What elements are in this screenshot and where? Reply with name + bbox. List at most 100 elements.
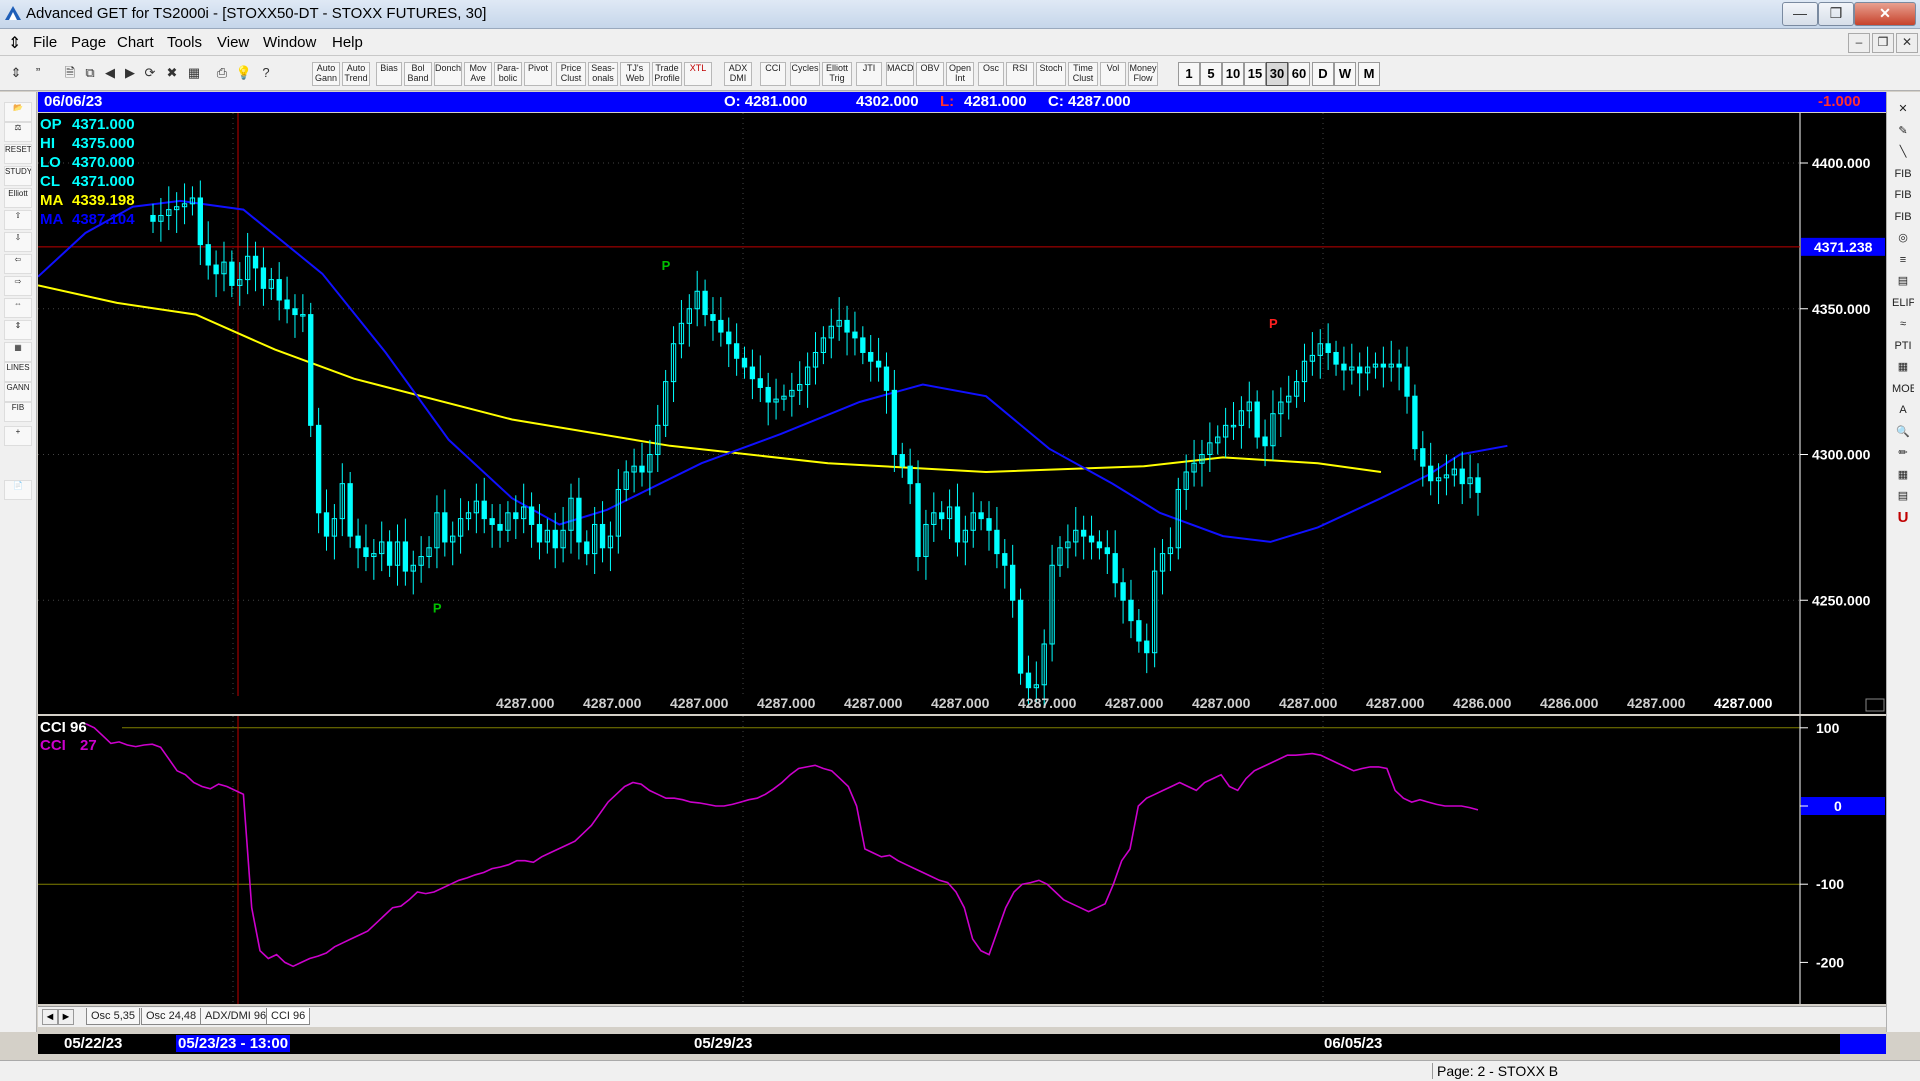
study-button-auto-gann[interactable]: Auto Gann (312, 62, 340, 86)
left-tool-10[interactable]: ⇕ (4, 320, 32, 340)
study-button-donch[interactable]: Donch (434, 62, 462, 86)
tab-adx-dmi-96[interactable]: ADX/DMI 96 (200, 1008, 272, 1025)
study-button-elliott-trig[interactable]: Elliott Trig (822, 62, 852, 86)
right-tool-11[interactable]: PTI (1892, 337, 1914, 355)
mdi-minimize-button[interactable]: – (1848, 33, 1870, 53)
study-button-seas-onals[interactable]: Seas- onals (588, 62, 618, 86)
period-button-m[interactable]: M (1358, 62, 1380, 86)
copy-icon[interactable]: ⧉ (80, 62, 100, 84)
right-tool-4[interactable]: FIB EXT (1892, 186, 1914, 204)
study-button-open-int[interactable]: Open Int (946, 62, 974, 86)
right-tool-16[interactable]: ✏ (1892, 444, 1914, 462)
right-tool-3[interactable]: FIB RET (1892, 165, 1914, 183)
right-tool-8[interactable]: ▤ (1892, 272, 1914, 290)
chart-back-icon[interactable]: ◀ (100, 62, 120, 84)
right-tool-2[interactable]: ╲ (1892, 143, 1914, 161)
period-button-1[interactable]: 1 (1178, 62, 1200, 86)
price-chart-panel[interactable]: P P P P 4400.000 4350.000 4300.000 4250.000 4371… (37, 113, 1886, 726)
study-button-jti[interactable]: JTI (856, 62, 882, 86)
left-tool-9[interactable]: ⇔ (4, 298, 32, 318)
grid-icon[interactable]: ▦ (184, 62, 204, 84)
cci-chart[interactable]: 100 0 -100 -200 CCI 96CCI 27 (38, 716, 1886, 1004)
minimize-button[interactable]: — (1782, 2, 1818, 26)
left-tool-0[interactable]: 📂 (4, 102, 32, 122)
tab-cci-96[interactable]: CCI 96 (266, 1008, 311, 1025)
study-button-adx-dmi[interactable]: ADX DMI (724, 62, 752, 86)
right-tool-17[interactable]: ▦ (1892, 466, 1914, 484)
pointer-icon[interactable]: ⇕ (6, 62, 26, 84)
cci-panel[interactable]: 100 0 -100 -200 CCI 96 CCI 27 (38, 716, 1886, 1004)
left-tool-2[interactable]: RESET (4, 144, 32, 164)
right-tool-1[interactable]: ✎ (1892, 122, 1914, 140)
help-icon[interactable]: ? (256, 62, 276, 84)
tab-osc-24-48[interactable]: Osc 24,48 (141, 1008, 202, 1025)
right-tool-14[interactable]: A (1892, 401, 1914, 419)
study-button-trade-profile[interactable]: Trade Profile (652, 62, 682, 86)
right-tool-9[interactable]: ELIPS (1892, 294, 1914, 312)
right-tool-18[interactable]: ▤ (1892, 487, 1914, 505)
right-tool-19[interactable]: U (1892, 509, 1914, 527)
left-tool-15[interactable]: + (4, 426, 32, 446)
print-icon[interactable]: ⎙ (212, 62, 232, 84)
menu-view[interactable]: View (217, 34, 249, 51)
left-tool-14[interactable]: FIB (4, 402, 32, 422)
restore-button[interactable]: ❒ (1818, 2, 1854, 26)
menu-tools[interactable]: Tools (167, 34, 202, 51)
study-button-osc[interactable]: Osc (978, 62, 1004, 86)
left-tool-12[interactable]: LINES (4, 362, 32, 382)
mdi-restore-button[interactable]: ❒ (1872, 33, 1894, 53)
study-button-stoch[interactable]: Stoch (1036, 62, 1066, 86)
tab-nav-right[interactable]: ► (58, 1009, 74, 1025)
left-tool-16[interactable]: 📄 (4, 480, 32, 500)
menu-chart[interactable]: Chart (117, 34, 154, 51)
study-button-pivot[interactable]: Pivot (524, 62, 552, 86)
study-button-time-clust[interactable]: Time Clust (1068, 62, 1098, 86)
study-button-price-clust[interactable]: Price Clust (556, 62, 586, 86)
right-tool-5[interactable]: FIB TIME (1892, 208, 1914, 226)
left-tool-3[interactable]: STUDY (4, 166, 32, 186)
left-tool-1[interactable]: ⚖ (4, 122, 32, 142)
menu-file[interactable]: File (33, 34, 57, 51)
period-button-60[interactable]: 60 (1288, 62, 1310, 86)
study-button-money-flow[interactable]: Money Flow (1128, 62, 1158, 86)
study-button-bias[interactable]: Bias (376, 62, 402, 86)
study-button-obv[interactable]: OBV (916, 62, 944, 86)
period-button-w[interactable]: W (1334, 62, 1356, 86)
right-tool-15[interactable]: 🔍 (1892, 423, 1914, 441)
study-button-tj-s-web[interactable]: TJ's Web (620, 62, 650, 86)
quote-icon[interactable]: ” (28, 62, 48, 84)
menu-help[interactable]: Help (332, 34, 363, 51)
study-button-vol[interactable]: Vol (1100, 62, 1126, 86)
right-tool-13[interactable]: MOB (1892, 380, 1914, 398)
period-button-5[interactable]: 5 (1200, 62, 1222, 86)
lightbulb-icon[interactable]: 💡 (234, 62, 254, 84)
menu-page[interactable]: Page (71, 34, 106, 51)
right-tool-10[interactable]: ≈ (1892, 315, 1914, 333)
left-tool-5[interactable]: ⇧ (4, 210, 32, 230)
left-tool-4[interactable]: Elliott (4, 188, 32, 208)
study-button-cci[interactable]: CCI (760, 62, 786, 86)
study-button-xtl[interactable]: XTL (684, 62, 712, 86)
period-button-d[interactable]: D (1312, 62, 1334, 86)
tab-nav-left[interactable]: ◄ (42, 1009, 58, 1025)
menu-window[interactable]: Window (263, 34, 316, 51)
left-tool-6[interactable]: ⇩ (4, 232, 32, 252)
close-button[interactable]: ✕ (1854, 2, 1916, 26)
price-chart[interactable]: P P P P 4400.000 4350.000 4300.000 4250.000 4371… (37, 113, 1886, 726)
tab-osc-5-35[interactable]: Osc 5,35 (86, 1008, 141, 1025)
left-tool-11[interactable]: ▦ (4, 342, 32, 362)
right-tool-0[interactable]: ✕ (1892, 100, 1914, 118)
delete-icon[interactable]: ✖ (162, 62, 182, 84)
refresh-icon[interactable]: ⟳ (140, 62, 160, 84)
study-button-mov-ave[interactable]: Mov Ave (464, 62, 492, 86)
study-button-rsi[interactable]: RSI (1006, 62, 1034, 86)
left-tool-8[interactable]: ⇨ (4, 276, 32, 296)
chart-forward-icon[interactable]: ▶ (120, 62, 140, 84)
right-tool-12[interactable]: ▦ (1892, 358, 1914, 376)
new-page-icon[interactable]: 🗎 (60, 62, 80, 84)
study-button-cycles[interactable]: Cycles (790, 62, 820, 86)
study-button-auto-trend[interactable]: Auto Trend (342, 62, 370, 86)
left-tool-7[interactable]: ⇦ (4, 254, 32, 274)
left-tool-13[interactable]: GANN (4, 382, 32, 402)
right-tool-6[interactable]: ◎ (1892, 229, 1914, 247)
